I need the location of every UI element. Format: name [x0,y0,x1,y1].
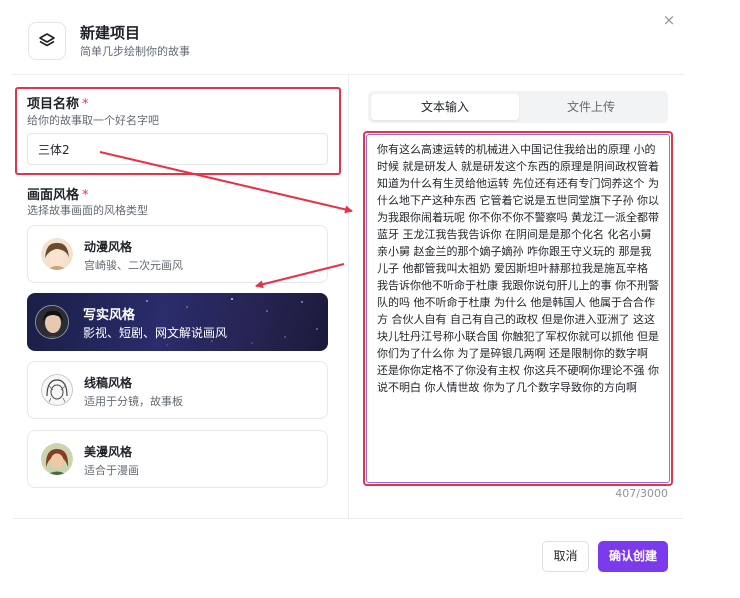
layers-icon [28,22,66,60]
project-name-input[interactable] [27,133,328,165]
dialog-title: 新建项目 [80,24,141,42]
style-option-desc: 影视、短剧、网文解说画风 [83,326,228,340]
char-counter: 407/3000 [615,487,668,500]
style-option-desc: 适用于分镜，故事板 [84,395,183,408]
realistic-avatar [35,305,69,339]
style-option-desc: 适合于漫画 [84,464,139,477]
style-option-name: 写实风格 [83,308,136,323]
lineart-avatar [41,374,73,406]
dialog-header: 新建项目 简单几步绘制你的故事 × [0,0,740,76]
confirm-create-button[interactable]: 确认创建 [598,541,668,572]
column-divider [348,75,349,518]
project-name-label: 项目名称 * [27,97,89,112]
close-icon[interactable]: × [660,11,678,29]
style-option-name: 动漫风格 [84,240,133,254]
tab-file-upload[interactable]: 文件上传 [517,94,665,120]
input-mode-tabs: 文本输入 文件上传 [368,91,668,123]
story-text-input[interactable]: 你有这么高速运转的机械进入中国记住我给出的原理 小的时候 就是研发人 就是研发这… [366,134,670,483]
style-option-name: 美漫风格 [84,445,133,459]
starfield-background [146,298,318,346]
style-hint: 选择故事画面的风格类型 [27,204,148,217]
dialog-subtitle: 简单几步绘制你的故事 [80,45,190,58]
required-mark: * [82,188,89,203]
style-option-name: 线稿风格 [84,376,133,390]
project-name-hint: 给你的故事取一个好名字吧 [27,114,159,127]
tab-text-input[interactable]: 文本输入 [371,94,519,120]
style-option-desc: 宫崎骏、二次元画风 [84,259,183,272]
anime-avatar [41,238,73,270]
style-option-realistic[interactable]: 写实风格 影视、短剧、网文解说画风 [27,293,328,351]
style-label: 画面风格 * [27,188,89,203]
cancel-button[interactable]: 取消 [542,541,589,572]
required-mark: * [82,97,89,112]
style-option-comic[interactable]: 美漫风格 适合于漫画 [27,430,328,488]
footer-divider [12,518,684,519]
comic-avatar [41,443,73,475]
style-option-lineart[interactable]: 线稿风格 适用于分镜，故事板 [27,361,328,419]
style-option-anime[interactable]: 动漫风格 宫崎骏、二次元画风 [27,225,328,283]
